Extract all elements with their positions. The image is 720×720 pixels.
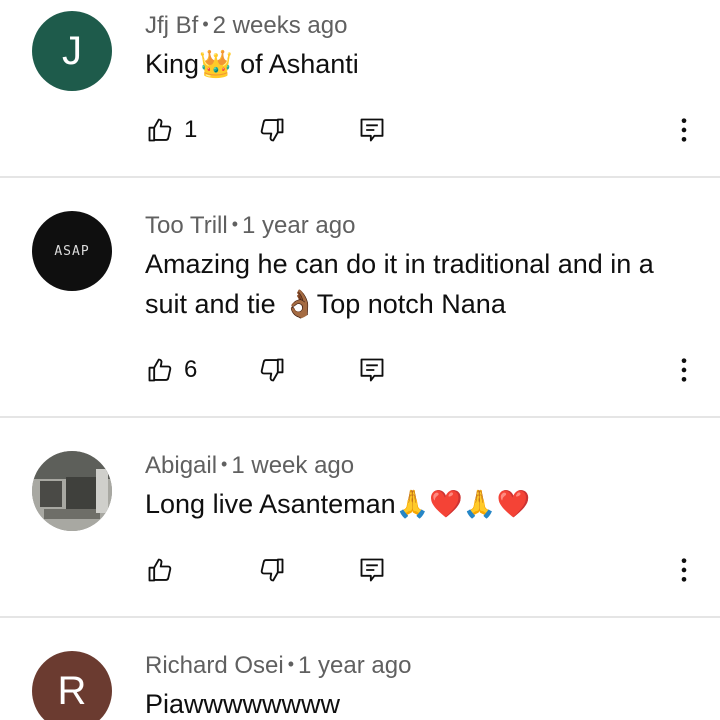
comment-actions: 1 xyxy=(0,110,720,150)
dislike-button[interactable] xyxy=(258,110,286,150)
thumbs-up-icon xyxy=(148,358,172,382)
comment-item: Abigail • 1 week ago Long live Asanteman🙏❤… xyxy=(0,420,720,620)
reply-button[interactable] xyxy=(358,110,386,150)
comment-author[interactable]: Abigail xyxy=(145,452,217,479)
reply-icon xyxy=(360,558,384,582)
meta-separator: • xyxy=(221,454,228,474)
avatar-letter: R xyxy=(57,668,87,713)
avatar[interactable]: ASAP xyxy=(32,211,112,291)
comments-list: J Jfj Bf • 2 weeks ago King👑 of Ashanti 1 xyxy=(0,0,720,720)
avatar-logo-text: ASAP xyxy=(54,243,90,259)
meta-separator: • xyxy=(287,654,295,674)
like-count: 6 xyxy=(184,356,198,383)
comment-meta: Jfj Bf • 2 weeks ago xyxy=(145,12,347,40)
more-vertical-icon xyxy=(681,358,687,382)
comment-item: ASAP Too Trill • 1 year ago Amazing he can… xyxy=(0,180,720,420)
thumbs-down-icon xyxy=(260,118,284,142)
comment-time[interactable]: 1 year ago xyxy=(242,212,355,239)
comment-actions xyxy=(0,550,720,590)
comment-author[interactable]: Richard Osei xyxy=(145,652,284,679)
reply-button[interactable] xyxy=(358,350,386,390)
comment-actions: 6 xyxy=(0,350,720,390)
avatar[interactable] xyxy=(32,451,112,531)
more-vertical-icon xyxy=(681,558,687,582)
divider xyxy=(0,416,720,418)
reply-icon xyxy=(360,118,384,142)
more-button[interactable] xyxy=(670,110,698,150)
dislike-button[interactable] xyxy=(258,350,286,390)
thumbs-down-icon xyxy=(260,358,284,382)
comment-author[interactable]: Too Trill xyxy=(145,212,228,239)
thumbs-up-icon xyxy=(148,558,172,582)
avatar[interactable]: J xyxy=(32,11,112,91)
comment-text: Piawwwwwwww xyxy=(145,689,341,719)
like-button[interactable] xyxy=(146,550,174,590)
reply-icon xyxy=(360,358,384,382)
meta-separator: • xyxy=(202,14,209,34)
more-vertical-icon xyxy=(681,118,687,142)
comment-text: King👑 of Ashanti xyxy=(145,49,359,79)
like-count: 1 xyxy=(184,116,198,143)
meta-separator: • xyxy=(231,214,238,234)
thumbs-down-icon xyxy=(260,558,284,582)
reply-button[interactable] xyxy=(358,550,386,590)
more-button[interactable] xyxy=(670,350,698,390)
divider xyxy=(0,616,720,618)
more-button[interactable] xyxy=(670,550,698,590)
avatar-photo-icon xyxy=(32,451,112,531)
divider xyxy=(0,176,720,178)
comment-item: R Richard Osei • 1 year ago Piawwwwwwww xyxy=(0,620,720,720)
dislike-button[interactable] xyxy=(258,550,286,590)
avatar-letter: J xyxy=(62,28,82,73)
comment-time[interactable]: 1 year ago xyxy=(298,652,411,679)
comment-text: Amazing he can do it in traditional and … xyxy=(145,249,654,319)
comment-meta: Richard Osei • 1 year ago xyxy=(145,652,411,680)
like-button[interactable]: 6 xyxy=(146,350,197,390)
avatar[interactable]: R xyxy=(32,651,112,720)
thumbs-up-icon xyxy=(148,118,172,142)
comment-time[interactable]: 1 week ago xyxy=(231,452,354,479)
comment-text: Long live Asanteman🙏❤️🙏❤️ xyxy=(145,489,531,519)
comment-meta: Abigail • 1 week ago xyxy=(145,452,354,480)
comment-item: J Jfj Bf • 2 weeks ago King👑 of Ashanti 1 xyxy=(0,0,720,180)
comment-meta: Too Trill • 1 year ago xyxy=(145,212,355,240)
like-button[interactable]: 1 xyxy=(146,110,197,150)
comment-time[interactable]: 2 weeks ago xyxy=(213,12,348,39)
comment-author[interactable]: Jfj Bf xyxy=(145,12,198,39)
